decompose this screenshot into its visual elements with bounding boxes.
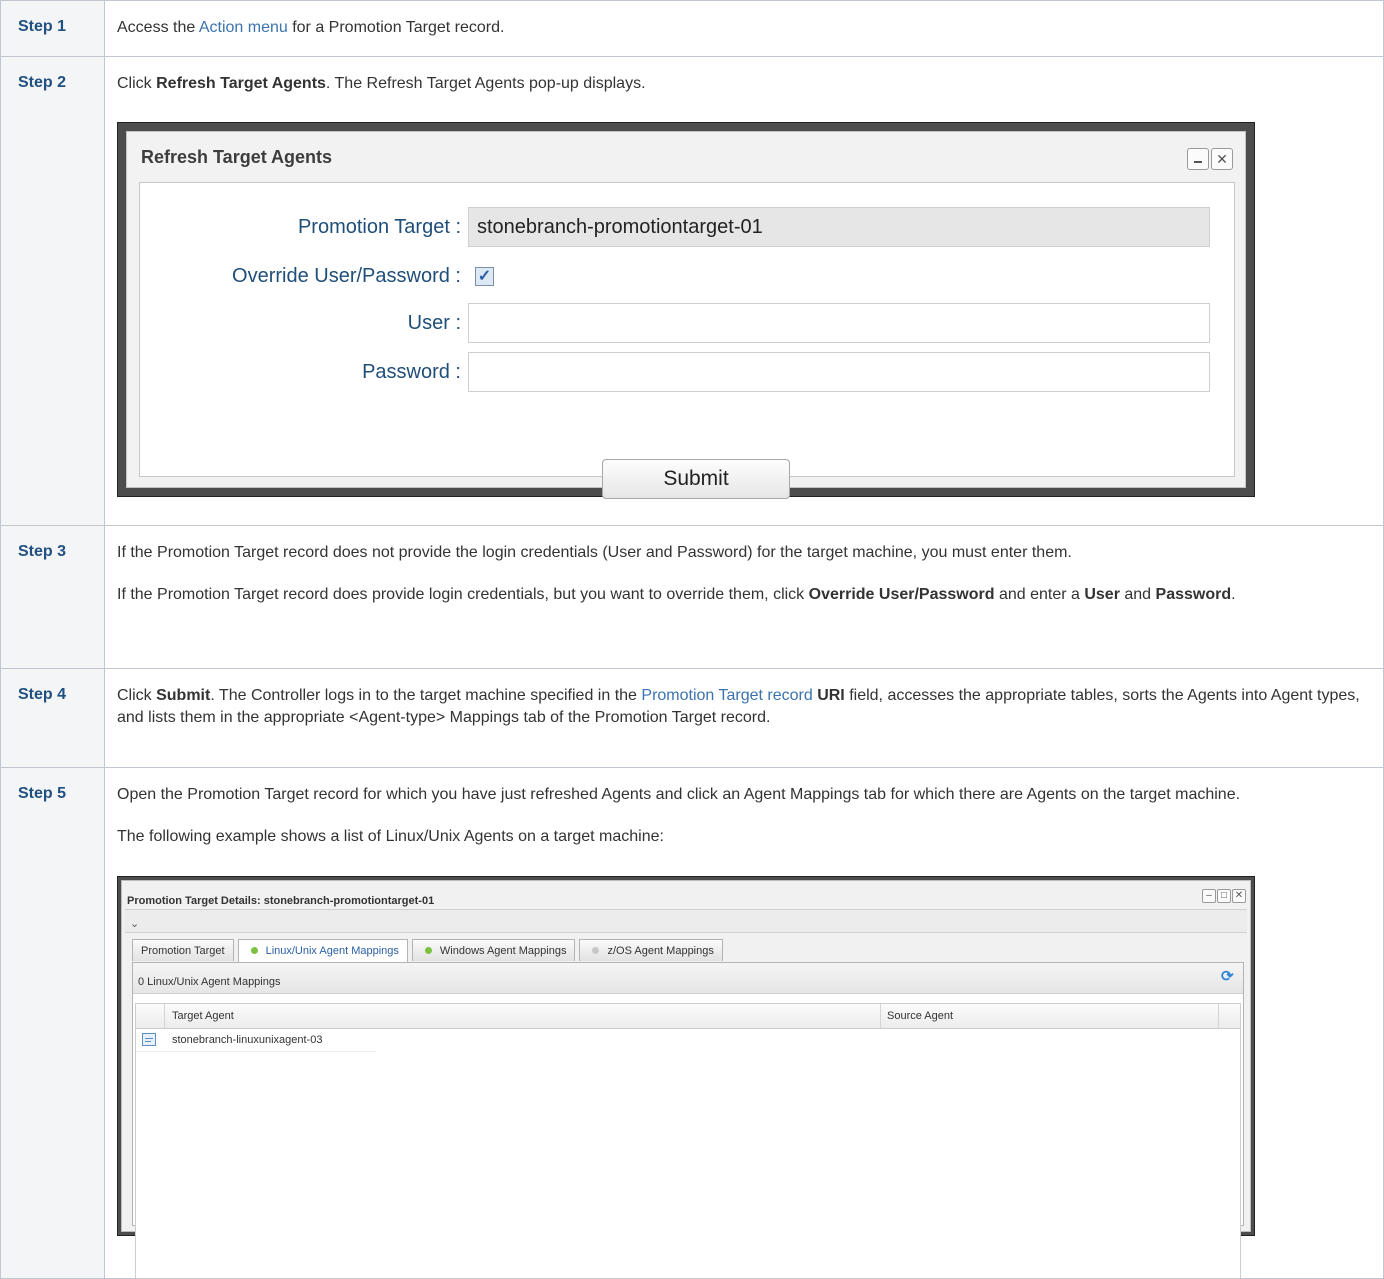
promotion-target-row: Promotion Target : stonebranch-promotion… xyxy=(140,207,1234,247)
step-header: Step 2 xyxy=(0,56,105,526)
minimize-icon[interactable]: – xyxy=(1202,889,1216,903)
close-icon[interactable]: ✕ xyxy=(1211,148,1233,170)
override-label: Override User/Password : xyxy=(232,265,461,287)
password-input[interactable] xyxy=(468,352,1210,392)
step-body: Click Submit. The Controller logs in to … xyxy=(104,668,1384,768)
tab-bar: Promotion Target Linux/Unix Agent Mappin… xyxy=(132,939,723,963)
mappings-count: 0 Linux/Unix Agent Mappings xyxy=(138,976,281,988)
chevron-down-icon[interactable]: ⌄ xyxy=(130,913,139,935)
column-target-agent[interactable]: Target Agent xyxy=(164,1004,881,1028)
step-body: If the Promotion Target record does not … xyxy=(104,525,1384,669)
step-text: If the Promotion Target record does not … xyxy=(117,544,1072,561)
step-row-2: Step 2 Click Refresh Target Agents. The … xyxy=(0,56,1384,526)
steps-table: Step 1 Access the Action menu for a Prom… xyxy=(0,0,1384,1279)
step-label: Step 4 xyxy=(18,686,67,703)
minimize-icon[interactable] xyxy=(1187,148,1209,170)
tab-promotion-target[interactable]: Promotion Target xyxy=(132,939,234,961)
step-text: Access the Action menu for a Promotion T… xyxy=(117,19,505,36)
dialog-form: Promotion Target : stonebranch-promotion… xyxy=(139,182,1235,499)
grid-header: Target Agent Source Agent xyxy=(136,1004,1240,1029)
step-row-5: Step 5 Open the Promotion Target record … xyxy=(0,767,1384,1279)
status-dot-icon xyxy=(592,947,600,954)
step-text: Click Submit. The Controller logs in to … xyxy=(117,687,1360,726)
refresh-dialog-screenshot: Refresh Target Agents ✕ Promotion Target… xyxy=(117,122,1255,499)
step-header: Step 5 xyxy=(0,767,105,1279)
target-agent-cell: stonebranch-linuxunixagent-03 xyxy=(172,1034,323,1046)
record-icon[interactable] xyxy=(142,1033,156,1046)
status-dot-icon xyxy=(250,947,258,954)
submit-button[interactable]: Submit xyxy=(602,459,790,499)
mappings-count-bar: 0 Linux/Unix Agent Mappings ⟳ xyxy=(133,963,1243,994)
step-text: If the Promotion Target record does prov… xyxy=(117,586,1236,603)
tab-windows-agent-mappings[interactable]: Windows Agent Mappings xyxy=(411,939,576,961)
password-row: Password : xyxy=(140,352,1234,392)
step-label: Step 3 xyxy=(18,543,67,560)
step-text: Open the Promotion Target record for whi… xyxy=(117,786,1241,803)
tab-zos-agent-mappings[interactable]: z/OS Agent Mappings xyxy=(579,939,723,961)
promotion-details-screenshot: Promotion Target Details: stonebranch-pr… xyxy=(117,876,1255,1279)
dialog-title: Refresh Target Agents xyxy=(141,147,333,167)
step-body: Click Refresh Target Agents. The Refresh… xyxy=(104,56,1384,526)
user-row: User : xyxy=(140,303,1234,343)
step-header: Step 3 xyxy=(0,525,105,669)
promotion-target-label: Promotion Target : xyxy=(297,216,461,238)
override-checkbox[interactable]: ✓ xyxy=(475,267,494,286)
step-label: Step 5 xyxy=(18,785,67,802)
step-label: Step 2 xyxy=(18,74,67,91)
step-label: Step 1 xyxy=(18,18,67,35)
step-row-1: Step 1 Access the Action menu for a Prom… xyxy=(0,0,1384,57)
promotion-target-field: stonebranch-promotiontarget-01 xyxy=(468,207,1210,247)
step-text: The following example shows a list of Li… xyxy=(117,828,664,845)
step-text: Click Refresh Target Agents. The Refresh… xyxy=(117,75,646,92)
refresh-target-agents-dialog: Refresh Target Agents ✕ Promotion Target… xyxy=(126,131,1246,499)
action-menu-link[interactable]: Action menu xyxy=(199,19,288,36)
step-body: Open the Promotion Target record for whi… xyxy=(104,767,1384,1279)
window-toolbar: ⌄ xyxy=(125,909,1247,933)
maximize-icon[interactable]: □ xyxy=(1217,889,1231,903)
user-input[interactable] xyxy=(468,303,1210,343)
user-label: User : xyxy=(407,312,461,334)
step-row-4: Step 4 Click Submit. The Controller logs… xyxy=(0,668,1384,768)
refresh-icon[interactable]: ⟳ xyxy=(1221,969,1237,985)
table-row[interactable]: stonebranch-linuxunixagent-03 xyxy=(136,1029,376,1052)
status-dot-icon xyxy=(424,947,432,954)
mappings-grid: Target Agent Source Agent stonebranch-li… xyxy=(135,1003,1241,1279)
override-row: Override User/Password : ✓ xyxy=(140,256,1234,296)
password-label: Password : xyxy=(362,361,461,383)
promotion-target-record-link[interactable]: Promotion Target record xyxy=(641,687,812,704)
column-source-agent[interactable]: Source Agent xyxy=(881,1004,1219,1028)
step-header: Step 1 xyxy=(0,0,105,57)
promotion-target-details-window: Promotion Target Details: stonebranch-pr… xyxy=(121,880,1251,1279)
close-icon[interactable]: ✕ xyxy=(1232,889,1246,903)
step-header: Step 4 xyxy=(0,668,105,768)
grid-header-select xyxy=(136,1004,165,1028)
step-row-3: Step 3 If the Promotion Target record do… xyxy=(0,525,1384,669)
tab-linux-unix-agent-mappings[interactable]: Linux/Unix Agent Mappings xyxy=(237,939,408,963)
mappings-panel: 0 Linux/Unix Agent Mappings ⟳ Target Age… xyxy=(132,962,1244,1279)
step-body: Access the Action menu for a Promotion T… xyxy=(104,0,1384,57)
